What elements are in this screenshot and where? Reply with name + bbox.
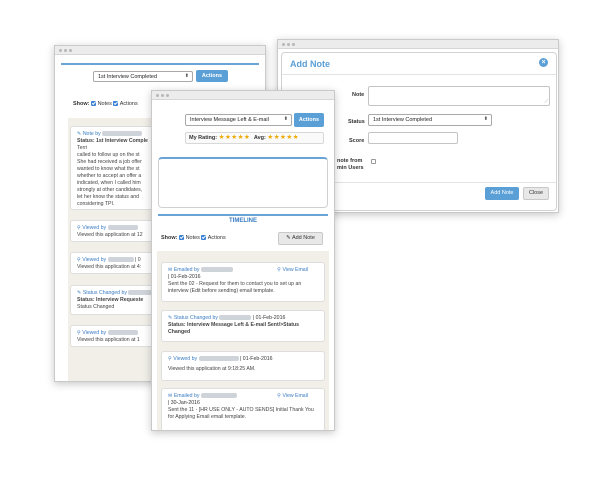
my-rating-stars[interactable]: ★★★★★ [219,134,251,141]
chevron-down-icon: ⬍ [184,73,189,79]
rating-box: My Rating: ★★★★★ Avg: ★★★★★ [185,132,324,144]
back-window-header-bar [61,63,259,65]
search-icon: ⚲ [277,393,281,399]
mid-filter-row: Show: Notes Actions [161,235,226,241]
dialog-header: Add Note × [282,53,556,75]
email-icon: ✉ [168,393,173,399]
window-dot[interactable] [59,48,62,52]
actions-checkbox[interactable] [113,101,119,107]
back-window-titlebar [55,46,265,55]
window-dot[interactable] [69,48,72,52]
search-icon: ⚲ [77,330,81,336]
search-icon: ⚲ [168,356,172,362]
window-dot[interactable] [161,93,164,97]
close-button[interactable]: Close [523,187,549,200]
status-changed-card: ✎ Status Changed by | 01-Feb-2016 Status… [161,310,325,342]
mid-status-select[interactable]: Interview Message Left & E-mail ⬍ [185,114,292,126]
window-dot[interactable] [156,93,159,97]
add-note-window-titlebar [278,40,558,49]
window-dot[interactable] [292,42,295,46]
emailed-card: ✉ Emailed by ⚲ View Email | 01-Feb-2016 … [161,262,325,302]
view-email-link[interactable]: ⚲ View Email [277,393,308,400]
hide-note-checkbox[interactable] [371,159,376,164]
emailed-card: ✉ Emailed by ⚲ View Email | 30-Jan-2016 … [161,388,325,430]
note-textarea[interactable]: ⟋ [368,86,550,106]
mid-actions-button[interactable]: Actions [294,113,324,127]
mid-timeline-panel: ✉ Emailed by ⚲ View Email | 01-Feb-2016 … [157,251,329,430]
view-email-link[interactable]: ⚲ View Email [277,267,308,274]
close-icon[interactable]: × [539,58,548,67]
search-icon: ⚲ [77,225,81,231]
note-label: Note [352,92,365,98]
window-dot[interactable] [282,42,285,46]
chevron-down-icon: ⬍ [283,116,288,122]
edit-icon: ✎ [77,131,82,137]
window-dot[interactable] [166,93,169,97]
notes-checkbox[interactable] [91,101,97,107]
back-status-select[interactable]: 1st Interview Completed ⬍ [93,71,193,82]
note-preview-box [158,157,328,208]
hide-note-label: note from min Users [337,158,364,171]
dialog-status-select[interactable]: 1st Interview Completed ⬍ [368,114,492,126]
edit-icon: ✎ [286,235,291,241]
timeline-divider [158,214,328,216]
middle-window-titlebar [152,91,334,100]
add-note-button[interactable]: ✎ Add Note [278,232,323,245]
actions-checkbox[interactable] [201,235,207,241]
viewed-card: ⚲ Viewed by | 01-Feb-2016 Viewed this ap… [161,351,325,381]
avg-rating-stars: ★★★★★ [267,134,300,141]
chevron-down-icon: ⬍ [483,116,488,122]
email-icon: ✉ [168,267,173,273]
timeline-heading: TIMELINE [229,218,257,224]
add-note-submit-button[interactable]: Add Note [485,187,519,200]
back-actions-button[interactable]: Actions [196,70,228,82]
window-dot[interactable] [64,48,67,52]
resize-handle-icon[interactable]: ⟋ [544,99,548,105]
back-filter-row: Show: Notes Actions [73,101,138,107]
edit-icon: ✎ [168,315,173,321]
search-icon: ⚲ [277,267,281,273]
status-label: Status [348,119,365,125]
edit-icon: ✎ [77,290,82,296]
search-icon: ⚲ [77,257,81,263]
score-input[interactable] [368,132,458,144]
window-dot[interactable] [287,42,290,46]
score-label: Score [349,138,365,144]
middle-window: Interview Message Left & E-mail ⬍ Action… [151,90,335,431]
dialog-title: Add Note [290,59,330,69]
notes-checkbox[interactable] [179,235,185,241]
